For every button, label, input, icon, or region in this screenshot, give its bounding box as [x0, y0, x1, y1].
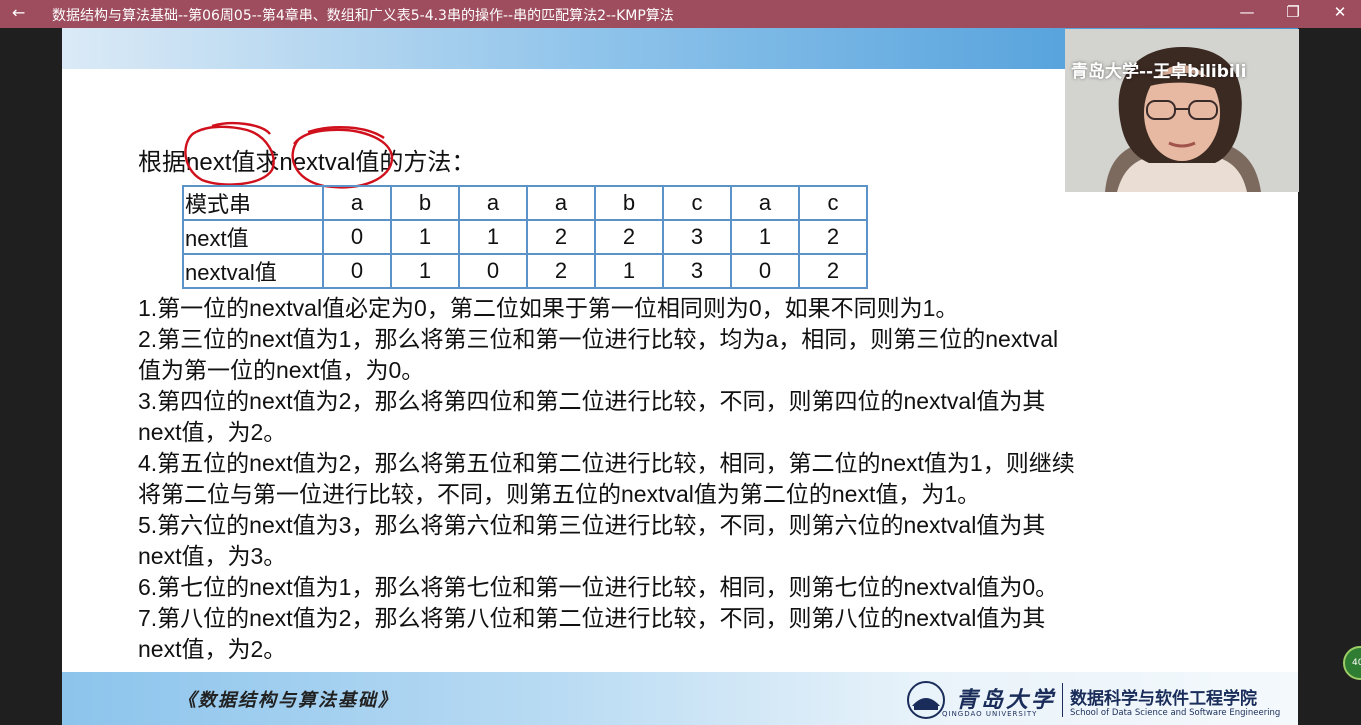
- slide-heading: 根据next值求nextval值的方法：: [138, 149, 476, 176]
- text-line: 3.第四位的next值为2，那么将第四位和第二位进行比较，不同，则第四位的nex…: [138, 388, 1046, 414]
- table-cell: a: [458, 185, 528, 221]
- text-line: next值，为2。: [138, 636, 287, 662]
- video-watermark: 青岛大学--王卓bilibili: [1071, 62, 1247, 82]
- school-english-name: School of Data Science and Software Engi…: [1070, 708, 1281, 718]
- table-cell: 3: [662, 253, 732, 289]
- table-cell: 2: [798, 219, 868, 255]
- table-cell: c: [798, 185, 868, 221]
- row-label: 模式串: [182, 185, 324, 221]
- presenter-video: [1065, 29, 1299, 192]
- table-cell: 2: [798, 253, 868, 289]
- text-line: 5.第六位的next值为3，那么将第六位和第三位进行比较，不同，则第六位的nex…: [138, 512, 1046, 538]
- school-name: 数据科学与软件工程学院: [1070, 689, 1257, 709]
- table-cell: b: [390, 185, 460, 221]
- text-line: 4.第五位的next值为2，那么将第五位和第二位进行比较，相同，第二位的next…: [138, 450, 1075, 476]
- text-line: 7.第八位的next值为2，那么将第八位和第二位进行比较，不同，则第八位的nex…: [138, 605, 1046, 631]
- text-line: next值，为2。: [138, 419, 287, 445]
- table-cell: 0: [458, 253, 528, 289]
- text-line: 将第二位与第一位进行比较，不同，则第五位的nextval值为第二位的next值，…: [138, 481, 981, 507]
- table-cell: 0: [322, 253, 392, 289]
- text-line: 2.第三位的next值为1，那么将第三位和第一位进行比较，均为a，相同，则第三位…: [138, 326, 1059, 352]
- kmp-table: 模式串 a b a a b c a c next值 0 1 1 2 2 3 1 …: [182, 185, 868, 289]
- row-label: next值: [182, 219, 324, 255]
- table-cell: a: [322, 185, 392, 221]
- back-arrow-icon[interactable]: ←: [12, 3, 25, 22]
- table-cell: a: [730, 185, 800, 221]
- footer-divider: [1062, 683, 1063, 717]
- table-cell: a: [526, 185, 596, 221]
- table-cell: 2: [526, 253, 596, 289]
- text-line: next值，为3。: [138, 543, 287, 569]
- university-english-name: QINGDAO UNIVERSITY: [942, 710, 1038, 718]
- text-line: 6.第七位的next值为1，那么将第七位和第一位进行比较，相同，则第七位的nex…: [138, 574, 1059, 600]
- window-title: 数据结构与算法基础--第06周05--第4章串、数组和广义表5-4.3串的操作-…: [52, 8, 674, 24]
- table-row: 模式串 a b a a b c a c: [182, 185, 868, 221]
- webcam-overlay: 青岛大学--王卓bilibili: [1065, 29, 1299, 192]
- table-cell: 2: [526, 219, 596, 255]
- table-row: nextval值 0 1 0 2 1 3 0 2: [182, 253, 868, 289]
- row-label: nextval值: [182, 253, 324, 289]
- table-cell: 1: [390, 253, 460, 289]
- table-cell: b: [594, 185, 664, 221]
- table-cell: 0: [730, 253, 800, 289]
- restore-icon[interactable]: ❐: [1283, 3, 1303, 21]
- table-cell: 1: [458, 219, 528, 255]
- table-cell: 0: [322, 219, 392, 255]
- explanation-text: 1.第一位的nextval值必定为0，第二位如果于第一位相同则为0，如果不同则为…: [138, 293, 1075, 665]
- close-icon[interactable]: ✕: [1330, 3, 1350, 21]
- text-line: 值为第一位的next值，为0。: [138, 357, 425, 383]
- course-title: 《数据结构与算法基础》: [178, 690, 398, 711]
- minimize-icon[interactable]: —: [1237, 3, 1257, 21]
- text-line: 1.第一位的nextval值必定为0，第二位如果于第一位相同则为0，如果不同则为…: [138, 295, 959, 321]
- table-cell: 1: [390, 219, 460, 255]
- table-cell: 1: [594, 253, 664, 289]
- table-cell: 3: [662, 219, 732, 255]
- table-cell: 1: [730, 219, 800, 255]
- table-cell: c: [662, 185, 732, 221]
- table-row: next值 0 1 1 2 2 3 1 2: [182, 219, 868, 255]
- table-cell: 2: [594, 219, 664, 255]
- window-titlebar: ← 数据结构与算法基础--第06周05--第4章串、数组和广义表5-4.3串的操…: [0, 0, 1361, 28]
